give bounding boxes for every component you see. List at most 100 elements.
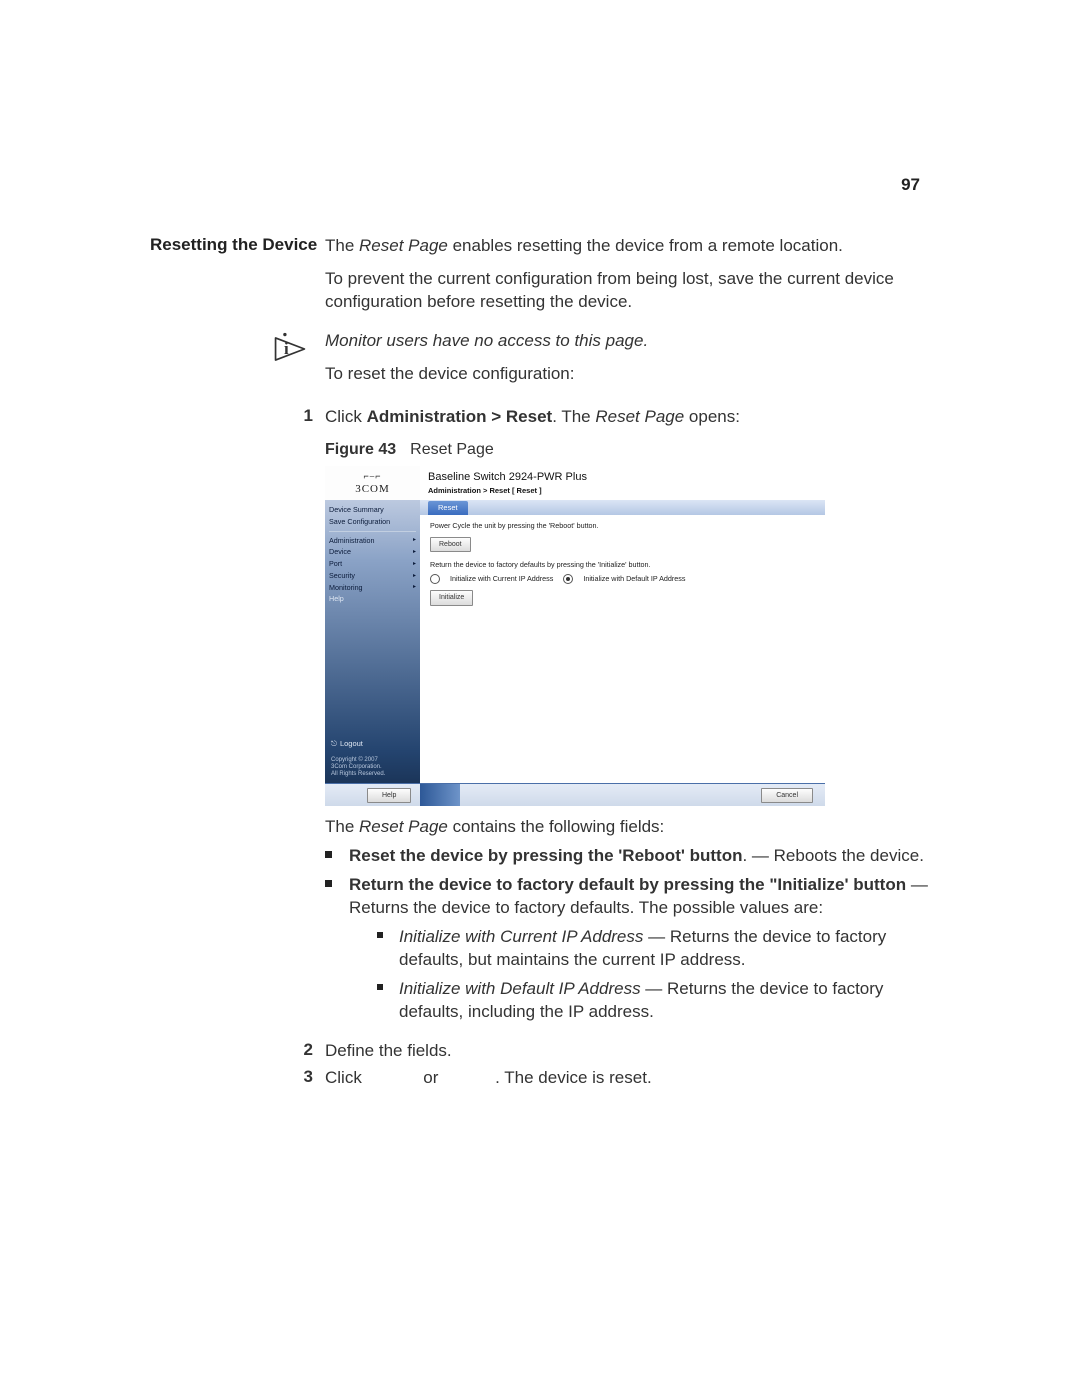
menu-path: Administration > Reset xyxy=(367,407,553,426)
figure-label: Figure 43 xyxy=(325,441,396,458)
document-page: 97 Resetting the Device The Reset Page e… xyxy=(0,0,1080,1397)
step-body: Click or . The device is reset. xyxy=(325,1067,930,1090)
list-item-body: Reset the device by pressing the 'Reboot… xyxy=(349,845,930,868)
copyright-line: All Rights Reserved. xyxy=(331,771,416,778)
text: . The device is reset. xyxy=(495,1068,652,1087)
label: Save Configuration xyxy=(329,517,390,527)
square-bullet-icon xyxy=(325,845,349,858)
chevron-right-icon: ▸ xyxy=(413,548,416,556)
text: The xyxy=(325,817,359,836)
breadcrumb: Administration > Reset [ Reset ] xyxy=(428,486,817,496)
section-heading: Resetting the Device xyxy=(150,235,325,255)
radio-current-ip[interactable] xyxy=(430,574,440,584)
section-heading-row: Resetting the Device The Reset Page enab… xyxy=(150,235,930,324)
logo-glyph: ⌐⎯⌐ xyxy=(363,470,381,482)
label: Device Summary xyxy=(329,505,384,515)
sidebar-item-security[interactable]: Security ▸ xyxy=(329,570,416,582)
step-body: Define the fields. xyxy=(325,1040,930,1063)
step-number: 1 xyxy=(150,406,325,426)
intro-paragraphs: The Reset Page enables resetting the dev… xyxy=(325,235,930,324)
text: or xyxy=(419,1068,444,1087)
logout-icon: ⎋ xyxy=(331,739,337,749)
step-body: Click Administration > Reset. The Reset … xyxy=(325,406,930,1036)
screenshot-body: Power Cycle the unit by pressing the 'Re… xyxy=(420,515,825,783)
sub-list: Initialize with Current IP Address — Ret… xyxy=(349,926,930,1024)
label: Help xyxy=(329,594,344,604)
prevent-loss-paragraph: To prevent the current configuration fro… xyxy=(325,268,930,314)
copyright-line: Copyright © 2007 xyxy=(331,757,416,764)
tab-reset[interactable]: Reset xyxy=(428,501,468,515)
help-button[interactable]: Help xyxy=(367,788,411,803)
radio-current-ip-label: Initialize with Current IP Address xyxy=(450,574,553,584)
footer-accent xyxy=(420,784,460,806)
text: The xyxy=(325,236,359,255)
step-number: 2 xyxy=(150,1040,325,1060)
intro-line-1: The Reset Page enables resetting the dev… xyxy=(325,235,930,258)
text: Click xyxy=(325,1068,367,1087)
chevron-right-icon: ▸ xyxy=(413,572,416,580)
to-reset-line: To reset the device configuration: xyxy=(325,363,930,386)
screenshot-top: ⌐⎯⌐ 3COM Device Summary Save Configurati… xyxy=(325,466,825,783)
figure-caption: Figure 43 Reset Page xyxy=(325,439,930,461)
label: Security xyxy=(329,571,355,581)
label: Device xyxy=(329,547,351,557)
square-bullet-icon xyxy=(377,926,399,938)
figure-title: Reset Page xyxy=(410,441,494,458)
sidebar-item-port[interactable]: Port ▸ xyxy=(329,558,416,570)
tab-bar: Reset xyxy=(420,500,825,515)
sidebar-separator xyxy=(329,531,416,532)
reboot-button[interactable]: Reboot xyxy=(430,537,471,552)
label: Administration xyxy=(329,536,375,546)
field-name: Reset the device by pressing the 'Reboot… xyxy=(349,846,742,865)
screenshot-sidebar: ⌐⎯⌐ 3COM Device Summary Save Configurati… xyxy=(325,466,420,783)
list-item: Initialize with Current IP Address — Ret… xyxy=(377,926,930,972)
list-item: Initialize with Default IP Address — Ret… xyxy=(377,978,930,1024)
radio-default-ip-label: Initialize with Default IP Address xyxy=(583,574,685,584)
sidebar-item-device[interactable]: Device ▸ xyxy=(329,546,416,558)
list-item-body: Initialize with Current IP Address — Ret… xyxy=(399,926,930,972)
text: enables resetting the device from a remo… xyxy=(448,236,843,255)
sidebar-items: Device Summary Save Configuration Admini… xyxy=(325,500,420,605)
page-content: Resetting the Device The Reset Page enab… xyxy=(150,235,930,1094)
power-cycle-text: Power Cycle the unit by pressing the 'Re… xyxy=(430,521,815,531)
device-title: Baseline Switch 2924-PWR Plus xyxy=(428,470,817,485)
procedure-list: 1 Click Administration > Reset. The Rese… xyxy=(150,406,930,1090)
label: Port xyxy=(329,559,342,569)
label: Monitoring xyxy=(329,583,363,593)
logout-link[interactable]: ⎋ Logout xyxy=(325,739,420,755)
svg-text:i: i xyxy=(284,339,289,358)
step-1-text: Click Administration > Reset. The Reset … xyxy=(325,406,930,429)
chevron-right-icon: ▸ xyxy=(413,560,416,568)
factory-default-text: Return the device to factory defaults by… xyxy=(430,560,815,570)
info-note-body: Monitor users have no access to this pag… xyxy=(325,330,930,396)
field-description-list: Reset the device by pressing the 'Reboot… xyxy=(325,845,930,1030)
step-number: 3 xyxy=(150,1067,325,1087)
sidebar-item-device-summary[interactable]: Device Summary xyxy=(329,504,416,516)
sidebar-item-help[interactable]: Help xyxy=(329,593,416,605)
radio-default-ip[interactable] xyxy=(563,574,573,584)
brand-logo: ⌐⎯⌐ 3COM xyxy=(325,466,420,500)
step-3: 3 Click or . The device is reset. xyxy=(150,1067,930,1090)
step-2: 2 Define the fields. xyxy=(150,1040,930,1063)
sidebar-item-monitoring[interactable]: Monitoring▸ xyxy=(329,582,416,594)
screenshot-footer: Help Cancel xyxy=(325,783,825,806)
reset-page-term: Reset Page xyxy=(359,817,448,836)
cancel-button[interactable]: Cancel xyxy=(761,788,813,803)
info-icon: i xyxy=(273,332,307,366)
initialize-radio-group: Initialize with Current IP Address Initi… xyxy=(430,574,815,584)
initialize-button[interactable]: Initialize xyxy=(430,590,473,605)
sidebar-item-administration[interactable]: Administration▸ xyxy=(329,535,416,547)
logout-label: Logout xyxy=(340,739,363,749)
copyright-line: 3Com Corporation. xyxy=(331,764,416,771)
field-desc: . — Reboots the device. xyxy=(742,846,923,865)
page-number: 97 xyxy=(901,175,920,195)
sidebar-copyright: Copyright © 2007 3Com Corporation. All R… xyxy=(325,755,420,783)
list-item: Return the device to factory default by … xyxy=(325,874,930,1030)
reset-page-screenshot: ⌐⎯⌐ 3COM Device Summary Save Configurati… xyxy=(325,466,825,806)
text: . The xyxy=(552,407,595,426)
sidebar-item-save-configuration[interactable]: Save Configuration xyxy=(329,516,416,528)
step-1: 1 Click Administration > Reset. The Rese… xyxy=(150,406,930,1036)
text: contains the following fields: xyxy=(448,817,664,836)
sidebar-spacer xyxy=(325,605,420,739)
text: Click xyxy=(325,407,367,426)
